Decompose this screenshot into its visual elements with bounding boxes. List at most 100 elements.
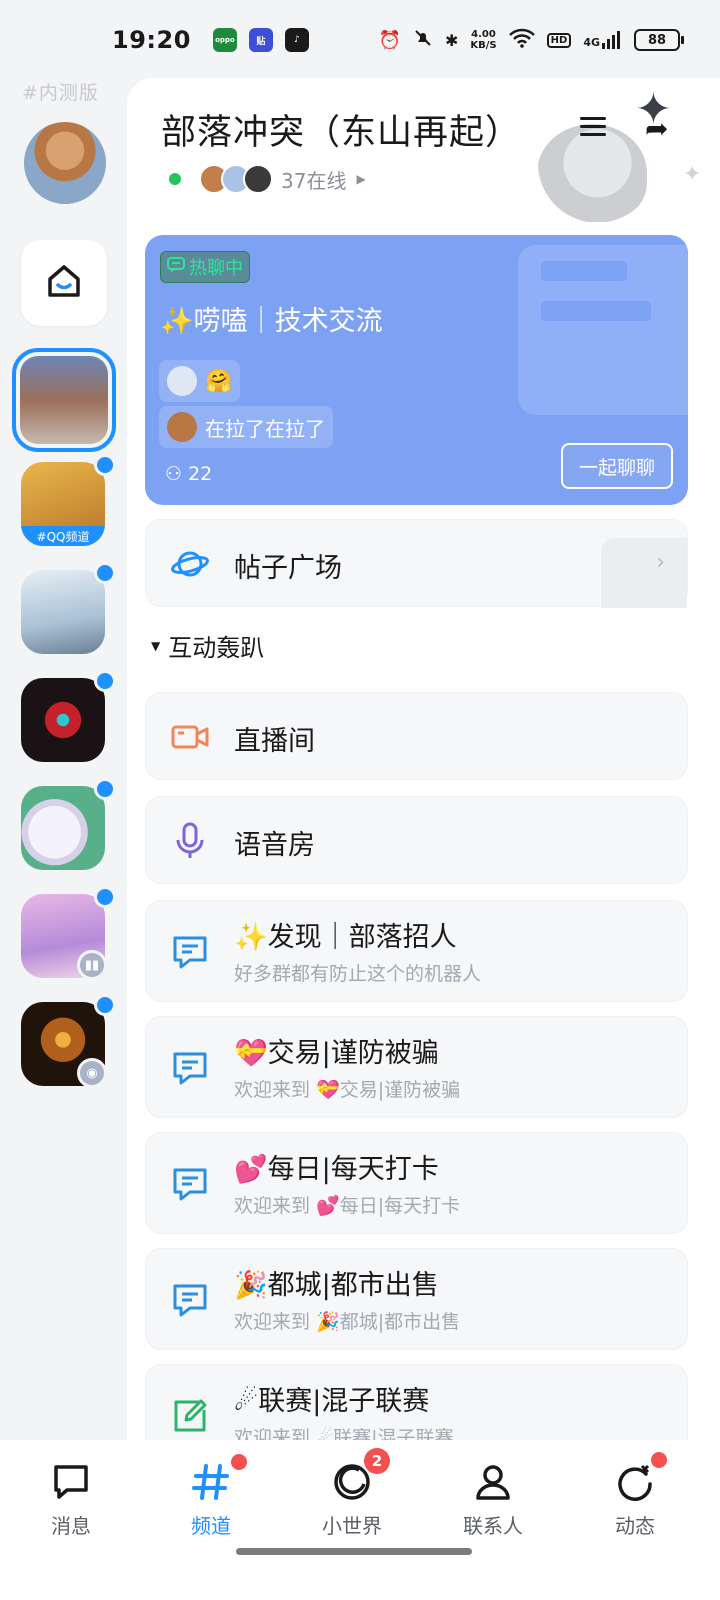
participant-avatar bbox=[167, 366, 197, 396]
online-count: 37在线 bbox=[281, 168, 347, 193]
battery-indicator: 88 bbox=[634, 29, 684, 51]
status-bar: 19:20 oppo 贴 ♪ ⏰ ✱ 4.00 KB/S HD 4G 88 bbox=[0, 0, 720, 80]
chat-icon bbox=[170, 1280, 210, 1320]
new-activity-dot bbox=[651, 1452, 667, 1468]
share-icon[interactable]: ➦ bbox=[645, 112, 668, 145]
chat-icon bbox=[170, 1164, 210, 1204]
member-count-value: 22 bbox=[188, 463, 213, 485]
chevron-right-icon: › bbox=[656, 550, 665, 575]
selected-guild[interactable] bbox=[12, 348, 116, 452]
guild-dark-game[interactable] bbox=[21, 678, 105, 762]
post-square-entry[interactable]: 帖子广场 › bbox=[145, 519, 688, 608]
alarm-icon: ⏰ bbox=[378, 29, 401, 51]
hot-chat-tag: 热聊中 bbox=[160, 251, 250, 283]
channel-label: ✨发现｜部落招人 bbox=[234, 922, 457, 953]
decoration-line bbox=[541, 261, 627, 281]
post-square-label: 帖子广场 bbox=[234, 553, 342, 584]
notification-badge: 2 bbox=[364, 1448, 390, 1474]
hot-chat-member-count: ⚇ 22 bbox=[165, 463, 212, 485]
tab-small-world[interactable]: 2 小世界 bbox=[297, 1448, 407, 1539]
guild-coc-qq-channel[interactable]: #QQ频道 bbox=[21, 462, 105, 546]
channel-recruit[interactable]: ✨发现｜部落招人 好多群都有防止这个的机器人 bbox=[145, 900, 688, 1002]
menu-button[interactable] bbox=[577, 112, 609, 144]
unread-dot bbox=[94, 886, 116, 908]
channel-description: 欢迎来到 🎉都城|都市出售 bbox=[234, 1311, 461, 1333]
channel-daily[interactable]: 💕每日|每天打卡 欢迎来到 💕每日|每天打卡 bbox=[145, 1132, 688, 1234]
guild-anime-girl[interactable]: ▮▮ bbox=[21, 894, 107, 980]
unread-dot bbox=[94, 994, 116, 1016]
tab-messages[interactable]: 消息 bbox=[16, 1460, 126, 1539]
chat-icon bbox=[170, 1048, 210, 1088]
chat-icon bbox=[170, 932, 210, 972]
unread-dot bbox=[94, 454, 116, 476]
small-world-icon: 2 bbox=[330, 1448, 390, 1504]
channel-live-room[interactable]: 直播间 bbox=[145, 692, 688, 780]
hot-chat-title: ✨唠嗑｜技术交流 bbox=[160, 306, 383, 337]
hashtag-icon bbox=[189, 1454, 247, 1504]
person-icon: ⚇ bbox=[165, 463, 183, 485]
bluetooth-icon: ✱ bbox=[445, 30, 459, 50]
post-edit-icon bbox=[170, 1396, 210, 1436]
channel-label: 💝交易|谨防被骗 bbox=[234, 1038, 439, 1069]
microphone-icon bbox=[170, 821, 210, 861]
unread-dot bbox=[94, 670, 116, 692]
guild-anime-sticker[interactable] bbox=[21, 786, 105, 870]
channel-description: 欢迎来到 ☄联赛|混子联赛 bbox=[234, 1427, 454, 1440]
unread-dot bbox=[94, 562, 116, 584]
wifi-icon bbox=[508, 28, 535, 53]
oppo-app-icon: oppo bbox=[212, 28, 237, 52]
home-button[interactable] bbox=[21, 240, 107, 326]
channel-voice-room[interactable]: 语音房 bbox=[145, 796, 688, 884]
guild-panel: ✦ ✦ 部落冲突（东山再起） ➦ 37在线 ▶ 热聊中 ✨唠嗑｜技术交流 🤗 在 bbox=[127, 78, 720, 1440]
mute-icon bbox=[413, 28, 433, 53]
status-app-icons: oppo 贴 ♪ bbox=[212, 28, 309, 52]
decoration-shape bbox=[601, 538, 687, 608]
channel-league[interactable]: ☄联赛|混子联赛 欢迎来到 ☄联赛|混子联赛 bbox=[145, 1364, 688, 1440]
tab-label: 小世界 bbox=[322, 1514, 382, 1538]
sender-avatar bbox=[167, 412, 197, 442]
section-header-interactive[interactable]: ▼ 互动轰趴 bbox=[151, 628, 264, 663]
beta-label: #内测版 bbox=[22, 82, 99, 104]
live-video-icon bbox=[170, 717, 210, 757]
tab-label: 消息 bbox=[51, 1514, 91, 1538]
channel-label: 🎉都城|都市出售 bbox=[234, 1270, 439, 1301]
online-status-dot bbox=[169, 173, 181, 185]
signal-icon: 4G bbox=[583, 31, 622, 49]
channel-description: 欢迎来到 💕每日|每天打卡 bbox=[234, 1195, 461, 1217]
planet-icon bbox=[170, 544, 210, 584]
selected-guild-image bbox=[20, 356, 108, 444]
message-icon bbox=[49, 1460, 93, 1504]
decoration-line bbox=[541, 301, 651, 321]
network-speed: 4.00 KB/S bbox=[470, 29, 496, 51]
channel-trade[interactable]: 💝交易|谨防被骗 欢迎来到 💝交易|谨防被骗 bbox=[145, 1016, 688, 1118]
network-speed-value: 4.00 bbox=[471, 29, 496, 40]
online-members[interactable]: 37在线 ▶ bbox=[169, 164, 366, 194]
guild-fantasy-island[interactable] bbox=[21, 570, 105, 654]
tab-label: 频道 bbox=[191, 1514, 231, 1538]
guild-title: 部落冲突（东山再起） bbox=[161, 113, 522, 153]
hot-chat-tag-label: 热聊中 bbox=[189, 258, 243, 279]
tab-contacts[interactable]: 联系人 bbox=[438, 1460, 548, 1539]
last-message-text: 在拉了在拉了 bbox=[205, 416, 325, 441]
user-avatar[interactable] bbox=[24, 122, 106, 204]
join-chat-button[interactable]: 一起聊聊 bbox=[561, 443, 673, 489]
network-speed-unit: KB/S bbox=[470, 40, 497, 51]
channel-capital[interactable]: 🎉都城|都市出售 欢迎来到 🎉都城|都市出售 bbox=[145, 1248, 688, 1350]
home-icon bbox=[45, 262, 83, 304]
channel-description: 欢迎来到 💝交易|谨防被骗 bbox=[234, 1079, 461, 1101]
channel-description: 好多群都有防止这个的机器人 bbox=[234, 963, 482, 985]
chat-bubble-icon bbox=[167, 256, 185, 279]
unread-dot bbox=[94, 778, 116, 800]
tab-channels[interactable]: 频道 bbox=[156, 1454, 266, 1539]
caret-right-icon: ▶ bbox=[356, 172, 366, 186]
guild-warrior[interactable]: ◉ bbox=[21, 1002, 107, 1088]
guild-sidebar: #内测版 #QQ频道 ▮▮ ◉ bbox=[0, 74, 127, 1440]
bottom-tab-bar: 消息 频道 2 小世界 联系人 动态 bbox=[0, 1440, 720, 1600]
channel-label: ☄联赛|混子联赛 bbox=[234, 1386, 430, 1417]
hot-chat-card[interactable]: 热聊中 ✨唠嗑｜技术交流 🤗 在拉了在拉了 ⚇ 22 一起聊聊 bbox=[145, 235, 688, 505]
tab-dynamic[interactable]: 动态 bbox=[580, 1452, 690, 1539]
home-indicator[interactable] bbox=[236, 1548, 472, 1555]
tieba-app-icon: 贴 bbox=[248, 28, 273, 52]
section-label: 互动轰趴 bbox=[168, 634, 265, 662]
network-type: 4G bbox=[583, 36, 600, 49]
